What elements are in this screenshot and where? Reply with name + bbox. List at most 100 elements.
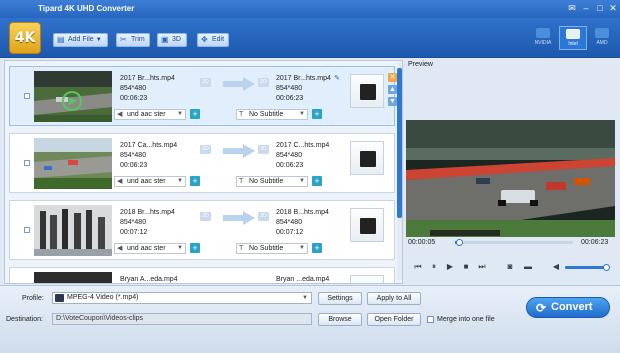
video-thumbnail[interactable]: [34, 272, 112, 283]
file-row[interactable]: 2017 Ca...hts.mp4 854*480 00:06:23 2D 2D…: [9, 133, 395, 193]
add-subtitle-button[interactable]: +: [312, 243, 322, 253]
output-filename: 2018 B...hts.mp4: [276, 209, 329, 216]
convert-label: Convert: [551, 301, 593, 313]
output-format-button[interactable]: [350, 141, 384, 175]
preview-panel: Preview 00:00:05 00:06:23 ⏮ ⏸ ▶ ■ ⏭ ◙ ▬ …: [405, 60, 615, 284]
merge-label: Merge into one file: [437, 316, 495, 323]
audio-track-dropdown[interactable]: ◀ und aac ster ▼: [114, 109, 186, 120]
remove-file-button[interactable]: ✕: [388, 73, 397, 82]
open-folder-button[interactable]: Open Folder: [367, 313, 421, 326]
gpu-amd-label: AMD: [596, 40, 608, 46]
output-format-button[interactable]: [350, 74, 384, 108]
apply-to-all-button[interactable]: Apply to All: [367, 292, 421, 305]
output-filename: 2017 C...hts.mp4: [276, 142, 330, 149]
folder-icon[interactable]: ▬: [523, 262, 533, 272]
current-time: 00:00:05: [408, 239, 436, 246]
speaker-icon: ◀: [117, 111, 123, 118]
add-subtitle-button[interactable]: +: [312, 109, 322, 119]
edit-button[interactable]: ✥ Edit: [197, 33, 229, 47]
total-time: 00:06:23: [581, 239, 609, 246]
gpu-nvidia-badge[interactable]: NVIDIA: [529, 26, 557, 50]
trim-button[interactable]: ✂ Trim: [116, 33, 150, 47]
snapshot-icon[interactable]: ◙: [505, 262, 515, 272]
output-duration: 00:06:23: [276, 95, 304, 102]
merge-checkbox[interactable]: [427, 316, 434, 323]
subtitle-dropdown[interactable]: T No Subtitle ▼: [236, 109, 308, 120]
browse-button[interactable]: Browse: [318, 313, 362, 326]
chevron-down-icon: ▼: [302, 295, 308, 301]
output-2d-tag: 2D: [258, 212, 269, 221]
file-checkbox[interactable]: [24, 93, 30, 99]
output-info: 2018 B...hts.mp4 854*480 00:07:12: [276, 208, 329, 238]
seek-bar-handle[interactable]: [455, 239, 463, 246]
convert-button[interactable]: ⟳ Convert: [526, 297, 610, 318]
video-thumbnail[interactable]: [34, 205, 112, 256]
add-audio-button[interactable]: +: [190, 176, 200, 186]
audio-track-dropdown[interactable]: ◀ und aac ster ▼: [114, 176, 186, 187]
source-duration: 00:06:23: [120, 162, 148, 169]
rename-pencil-icon[interactable]: ✎: [334, 74, 342, 82]
source-2d-tag: 2D: [200, 78, 211, 87]
edit-icon: ✥: [201, 35, 208, 44]
scrollbar-thumb[interactable]: [397, 68, 402, 218]
volume-slider[interactable]: [565, 264, 610, 271]
profile-select[interactable]: MPEG-4 Video (*.mp4) ▼: [52, 292, 312, 304]
file-checkbox[interactable]: [24, 227, 30, 233]
file-list-scrollbar[interactable]: [397, 62, 402, 280]
nvidia-icon: [536, 28, 550, 38]
subtitle-value: No Subtitle: [249, 178, 284, 185]
next-frame-icon[interactable]: ⏭: [477, 262, 487, 272]
minimize-button[interactable]: –: [580, 3, 592, 14]
source-info: 2017 Ca...hts.mp4 854*480 00:06:23: [120, 141, 177, 171]
move-up-button[interactable]: ▲: [388, 85, 397, 94]
add-audio-button[interactable]: +: [190, 243, 200, 253]
maximize-button[interactable]: □: [594, 3, 606, 14]
output-format-button[interactable]: [350, 208, 384, 242]
profile-label: Profile:: [22, 295, 44, 302]
source-info: 2017 Br...hts.mp4 854*480 00:06:23: [120, 74, 175, 104]
stop-icon[interactable]: ■: [461, 262, 471, 272]
video-thumbnail[interactable]: [34, 138, 112, 189]
play-icon[interactable]: ▶: [445, 262, 455, 272]
file-checkbox[interactable]: [24, 160, 30, 166]
intel-icon: [566, 29, 580, 39]
output-2d-tag: 2D: [258, 78, 269, 87]
file-row[interactable]: 2017 Br...hts.mp4 854*480 00:06:23 2D 2D…: [9, 66, 397, 126]
volume-handle[interactable]: [603, 264, 610, 271]
destination-label: Destination:: [6, 316, 43, 323]
title-bar: Tipard 4K UHD Converter ✉ – □ ✕: [0, 0, 620, 18]
audio-track-value: und aac ster: [127, 111, 166, 118]
chevron-down-icon: ▼: [95, 37, 102, 43]
settings-button[interactable]: Settings: [318, 292, 362, 305]
pause-icon[interactable]: ⏸: [429, 262, 439, 272]
add-file-button[interactable]: ▤ Add File ▼: [53, 33, 108, 47]
preview-label: Preview: [408, 61, 433, 68]
subtitle-dropdown[interactable]: T No Subtitle ▼: [236, 243, 308, 254]
add-audio-button[interactable]: +: [190, 109, 200, 119]
feedback-icon[interactable]: ✉: [566, 3, 578, 14]
3d-icon: ▣: [161, 35, 169, 44]
preview-video[interactable]: [406, 120, 615, 237]
speaker-icon: ◀: [117, 245, 123, 252]
close-button[interactable]: ✕: [607, 3, 619, 14]
previous-frame-icon[interactable]: ⏮: [413, 262, 423, 272]
bottom-bar: Profile: MPEG-4 Video (*.mp4) ▼ Settings…: [0, 285, 620, 353]
gpu-amd-badge[interactable]: AMD: [588, 26, 616, 50]
gpu-intel-badge[interactable]: Intel: [559, 26, 587, 50]
video-thumbnail[interactable]: [34, 71, 112, 122]
3d-button[interactable]: ▣ 3D: [157, 33, 187, 47]
file-row[interactable]: Bryan A...eda.mp4 Bryan ...eda.mp4: [9, 267, 395, 283]
file-row[interactable]: 2018 Br...hts.mp4 854*480 00:07:12 2D 2D…: [9, 200, 395, 260]
subtitle-dropdown[interactable]: T No Subtitle ▼: [236, 176, 308, 187]
add-subtitle-button[interactable]: +: [312, 176, 322, 186]
move-down-button[interactable]: ▼: [388, 97, 397, 106]
audio-track-dropdown[interactable]: ◀ und aac ster ▼: [114, 243, 186, 254]
subtitle-icon: T: [239, 245, 244, 252]
destination-input[interactable]: D:\VoteCoupon\Videos-clips: [52, 313, 312, 325]
subtitle-value: No Subtitle: [249, 245, 284, 252]
volume-icon[interactable]: ◀: [551, 262, 561, 272]
output-resolution: 854*480: [276, 219, 303, 226]
chevron-down-icon: ▼: [299, 178, 305, 184]
seek-bar[interactable]: [455, 239, 573, 246]
output-format-button[interactable]: [350, 275, 384, 283]
